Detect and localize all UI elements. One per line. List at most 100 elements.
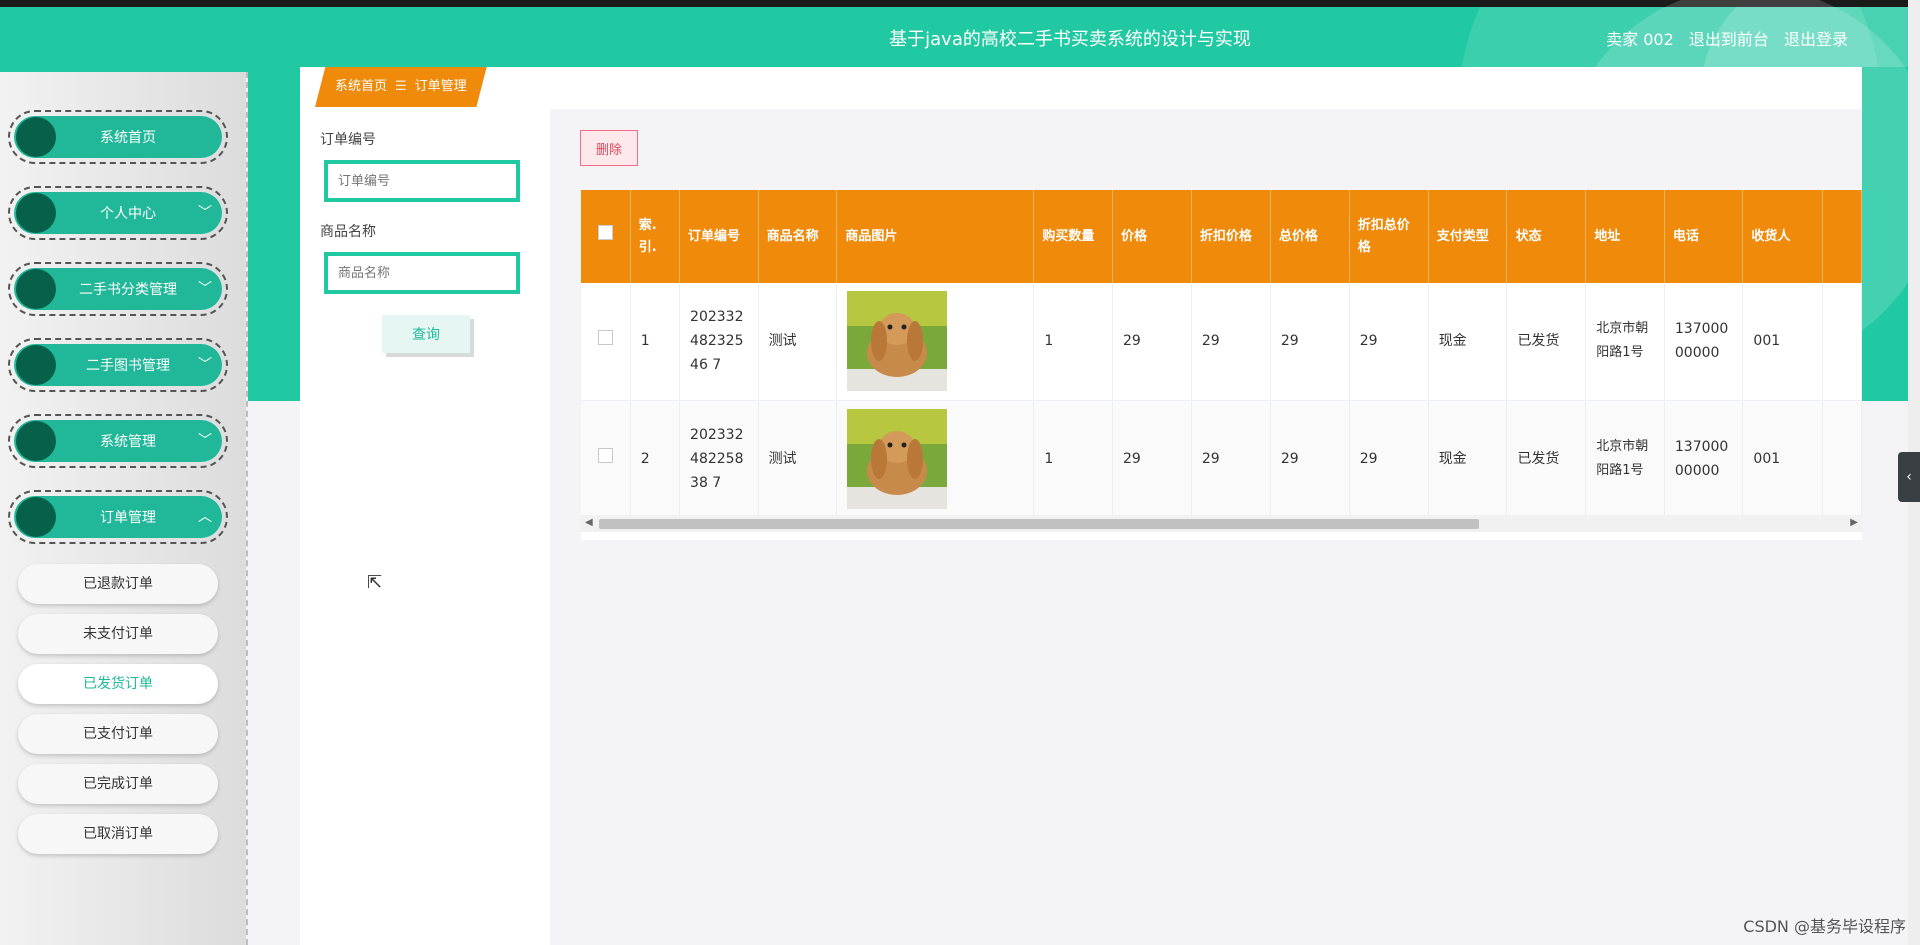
cell-status: 已发货 <box>1506 283 1587 401</box>
menu-dot-icon <box>16 269 56 309</box>
menu-dot-icon <box>16 345 56 385</box>
sub-item-paid-orders[interactable]: 已支付订单 <box>18 714 218 754</box>
scrollbar-thumb[interactable] <box>599 519 1479 529</box>
sidebar-item-label: 系统首页 <box>100 130 156 146</box>
breadcrumb-separator-icon: ☰ <box>395 79 407 94</box>
cell-price: 29 <box>1112 400 1192 518</box>
cell-overflow <box>1822 400 1862 518</box>
scroll-left-icon[interactable]: ◀ <box>585 517 593 528</box>
content-area: 系统首页 ☰ 订单管理 订单编号 商品名称 查询 删除 索.引. 订单编号 商品名称 <box>300 67 1862 945</box>
sidebar-item-books[interactable]: 二手图书管理 ﹀ <box>8 338 228 392</box>
cell-pay-type: 现金 <box>1428 283 1508 401</box>
cell-phone: 13700000000 <box>1664 283 1744 401</box>
cell-overflow <box>1822 283 1862 401</box>
table-horizontal-scrollbar[interactable]: ◀ ▶ <box>581 515 1862 532</box>
menu-dot-icon <box>16 421 56 461</box>
cell-address: 北京市朝阳路1号 <box>1585 400 1665 518</box>
query-button[interactable]: 查询 <box>382 315 470 353</box>
breadcrumb-bar: 系统首页 ☰ 订单管理 <box>300 67 1862 107</box>
sidebar-item-home[interactable]: 系统首页 <box>8 110 228 164</box>
chevron-down-icon: ﹀ <box>198 357 212 373</box>
breadcrumb: 系统首页 ☰ 订单管理 <box>315 67 487 107</box>
sidebar-item-label: 订单管理 <box>100 510 156 526</box>
row-select-cell[interactable] <box>581 283 631 401</box>
cell-product: 测试 <box>758 400 838 518</box>
cell-discount-total: 29 <box>1349 283 1429 401</box>
cell-address: 北京市朝阳路1号 <box>1585 283 1665 401</box>
search-panel: 订单编号 商品名称 查询 <box>300 109 550 945</box>
sub-item-completed-orders[interactable]: 已完成订单 <box>18 764 218 804</box>
mouse-cursor-icon: ⇱ <box>367 572 383 593</box>
breadcrumb-current: 订单管理 <box>414 79 467 94</box>
sub-item-refunded-orders[interactable]: 已退款订单 <box>18 564 218 604</box>
sidebar-item-category[interactable]: 二手书分类管理 ﹀ <box>8 262 228 316</box>
column-header: 收货人 <box>1742 190 1823 283</box>
column-header: 支付类型 <box>1428 190 1508 283</box>
table-header-row: 索.引. 订单编号 商品名称 商品图片 购买数量 价格 折扣价格 总价格 折扣总… <box>581 190 1862 283</box>
cell-image <box>836 400 1035 518</box>
cell-total: 29 <box>1270 400 1350 518</box>
column-header: 商品名称 <box>758 190 838 283</box>
window-top-edge <box>0 0 1920 7</box>
cell-product: 测试 <box>758 283 838 401</box>
delete-button[interactable]: 删除 <box>580 130 638 166</box>
cell-index: 1 <box>630 283 681 401</box>
select-all-cell[interactable] <box>581 190 631 283</box>
column-header: 状态 <box>1506 190 1587 283</box>
menu-dot-icon <box>16 193 56 233</box>
rabbit-image <box>847 408 948 509</box>
sub-item-shipped-orders[interactable]: 已发货订单 <box>18 664 218 704</box>
checkbox-icon[interactable] <box>597 447 613 463</box>
column-header-overflow <box>1822 190 1862 283</box>
order-no-input[interactable] <box>324 160 520 202</box>
sidebar-item-system[interactable]: 系统管理 ﹀ <box>8 414 228 468</box>
rabbit-image <box>847 291 948 392</box>
watermark: CSDN @基务毕设程序 <box>1743 917 1906 936</box>
sidebar-item-personal[interactable]: 个人中心 ﹀ <box>8 186 228 240</box>
product-name-label: 商品名称 <box>320 224 376 240</box>
collapse-tab[interactable]: ‹ <box>1898 452 1920 502</box>
table-row: 2 20233248225838 7 测试 1 29 29 29 29 现金 已… <box>581 400 1862 518</box>
cell-receiver: 001 <box>1742 283 1823 401</box>
column-header: 订单编号 <box>679 190 759 283</box>
cell-order-no: 20233248232546 7 <box>679 283 759 401</box>
column-header: 购买数量 <box>1033 190 1113 283</box>
cell-order-no: 20233248225838 7 <box>679 400 759 518</box>
column-header: 价格 <box>1112 190 1192 283</box>
sub-item-cancelled-orders[interactable]: 已取消订单 <box>18 814 218 854</box>
row-select-cell[interactable] <box>581 400 631 518</box>
order-no-label: 订单编号 <box>320 132 376 148</box>
sidebar: 系统首页 个人中心 ﹀ 二手书分类管理 ﹀ 二手图书管理 ﹀ 系统管理 ﹀ 订单… <box>0 72 248 945</box>
orders-table: 索.引. 订单编号 商品名称 商品图片 购买数量 价格 折扣价格 总价格 折扣总… <box>581 190 1862 540</box>
menu-dot-icon <box>16 497 56 537</box>
cell-status: 已发货 <box>1506 400 1587 518</box>
column-header: 电话 <box>1664 190 1744 283</box>
chevron-left-icon: ‹ <box>1906 469 1912 485</box>
chevron-up-icon: ︿ <box>198 509 212 525</box>
cell-pay-type: 现金 <box>1428 400 1508 518</box>
scroll-right-icon[interactable]: ▶ <box>1850 517 1858 528</box>
sub-item-unpaid-orders[interactable]: 未支付订单 <box>18 614 218 654</box>
column-header: 索.引. <box>630 190 681 283</box>
column-header: 折扣总价格 <box>1349 190 1429 283</box>
checkbox-icon[interactable] <box>597 330 613 346</box>
cell-discount-total: 29 <box>1349 400 1429 518</box>
sidebar-item-label: 二手书分类管理 <box>79 282 177 298</box>
cell-image <box>836 283 1035 401</box>
sidebar-item-orders[interactable]: 订单管理 ︿ <box>8 490 228 544</box>
main-panel: 删除 索.引. 订单编号 商品名称 商品图片 购买数量 价格 折扣价格 总价格 … <box>550 109 1862 945</box>
cell-receiver: 001 <box>1742 400 1823 518</box>
cell-phone: 13700000000 <box>1664 400 1744 518</box>
product-name-input[interactable] <box>324 252 520 294</box>
chevron-down-icon: ﹀ <box>198 433 212 449</box>
checkbox-icon[interactable] <box>597 225 613 240</box>
cell-qty: 1 <box>1033 283 1113 401</box>
sidebar-item-label: 二手图书管理 <box>86 358 170 374</box>
menu-dot-icon <box>16 117 56 157</box>
cell-discount-price: 29 <box>1191 400 1271 518</box>
orders-grid: 索.引. 订单编号 商品名称 商品图片 购买数量 价格 折扣价格 总价格 折扣总… <box>581 190 1862 518</box>
chevron-down-icon: ﹀ <box>198 281 212 297</box>
chevron-down-icon: ﹀ <box>198 205 212 221</box>
breadcrumb-home[interactable]: 系统首页 <box>335 79 387 94</box>
cell-index: 2 <box>630 400 681 518</box>
